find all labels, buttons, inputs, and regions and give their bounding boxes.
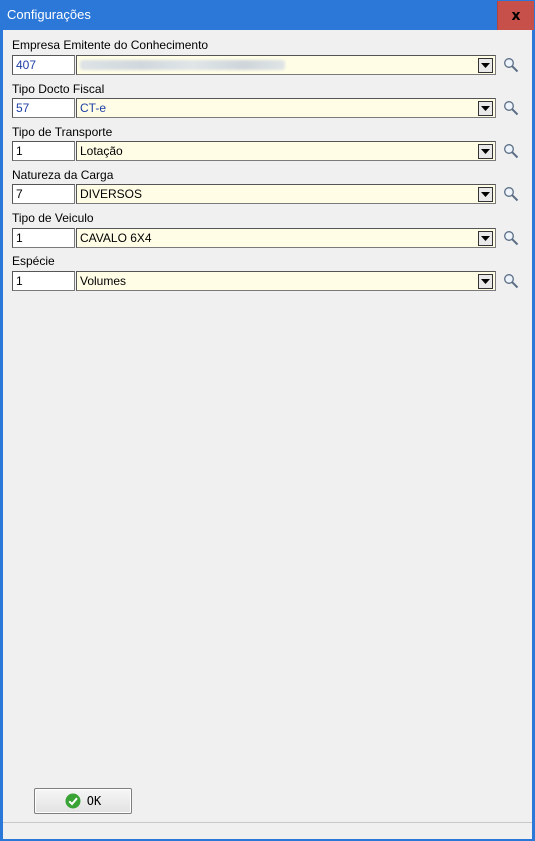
search-button-empresa[interactable] [501, 55, 521, 75]
select-value-tipo-veiculo: CAVALO 6X4 [80, 231, 152, 245]
search-icon [504, 274, 519, 289]
select-tipo-veiculo[interactable]: CAVALO 6X4 [76, 228, 496, 248]
code-input-tipo-veiculo[interactable]: 1 [12, 228, 75, 248]
chevron-down-icon [481, 191, 490, 197]
chevron-down-icon [481, 148, 490, 154]
dropdown-button-natureza-carga[interactable] [478, 187, 493, 202]
select-tipo-docto-fiscal[interactable]: CT-e [76, 98, 496, 118]
code-input-tipo-docto-fiscal[interactable]: 57 [12, 98, 75, 118]
code-input-especie[interactable]: 1 [12, 271, 75, 291]
configuracoes-window: Configurações x Empresa Emitente do Conh… [0, 0, 535, 841]
select-natureza-carga[interactable]: DIVERSOS [76, 184, 496, 204]
search-icon [504, 187, 519, 202]
check-circle-icon [65, 793, 81, 809]
select-tipo-transporte[interactable]: Lotação [76, 141, 496, 161]
select-value-tipo-docto-fiscal: CT-e [80, 101, 107, 115]
select-value-tipo-transporte: Lotação [80, 144, 123, 158]
select-value-especie: Volumes [80, 274, 127, 288]
dropdown-button-tipo-transporte[interactable] [478, 144, 493, 159]
dropdown-button-especie[interactable] [478, 274, 493, 289]
ok-button[interactable]: OK [34, 788, 132, 814]
select-especie[interactable]: Volumes [76, 271, 496, 291]
select-value-natureza-carga: DIVERSOS [80, 187, 143, 201]
close-button[interactable]: x [497, 1, 534, 30]
dropdown-button-tipo-veiculo[interactable] [478, 231, 493, 246]
field-label-natureza-carga: Natureza da Carga [12, 168, 114, 182]
field-label-tipo-docto-fiscal: Tipo Docto Fiscal [12, 82, 105, 96]
search-icon [504, 231, 519, 246]
chevron-down-icon [481, 62, 490, 68]
search-button-tipo-transporte[interactable] [501, 141, 521, 161]
redacted-company-name [80, 60, 285, 70]
chevron-down-icon [481, 105, 490, 111]
ok-button-label: OK [86, 794, 102, 808]
title-bar[interactable]: Configurações x [1, 1, 534, 30]
field-label-tipo-veiculo: Tipo de Veiculo [12, 211, 94, 225]
search-button-tipo-veiculo[interactable] [501, 228, 521, 248]
chevron-down-icon [481, 278, 490, 284]
code-input-tipo-transporte[interactable]: 1 [12, 141, 75, 161]
chevron-down-icon [481, 235, 490, 241]
search-icon [504, 101, 519, 116]
window-title: Configurações [7, 7, 91, 22]
status-bar [3, 822, 532, 839]
field-label-especie: Espécie [12, 254, 55, 268]
code-input-empresa[interactable]: 407 [12, 55, 75, 75]
code-input-natureza-carga[interactable]: 7 [12, 184, 75, 204]
select-empresa[interactable] [76, 55, 496, 75]
field-label-tipo-transporte: Tipo de Transporte [12, 125, 113, 139]
search-button-tipo-docto-fiscal[interactable] [501, 98, 521, 118]
window-border-right [532, 30, 534, 841]
search-icon [504, 144, 519, 159]
search-icon [504, 58, 519, 73]
search-button-especie[interactable] [501, 271, 521, 291]
close-icon: x [511, 7, 521, 24]
dropdown-button-tipo-docto-fiscal[interactable] [478, 101, 493, 116]
dropdown-button-empresa[interactable] [478, 58, 493, 73]
window-border-left [1, 30, 3, 841]
field-label-empresa: Empresa Emitente do Conhecimento [12, 38, 209, 52]
search-button-natureza-carga[interactable] [501, 184, 521, 204]
